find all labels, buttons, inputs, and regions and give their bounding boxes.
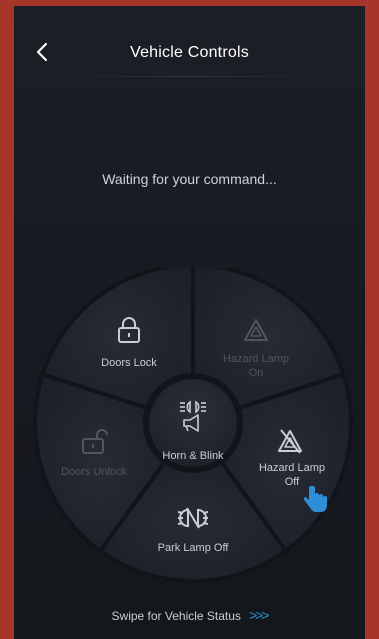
app-screen: Vehicle Controls Waiting for your comman… (14, 6, 365, 639)
chevrons-right-icon: >>> (248, 607, 269, 623)
page-title: Vehicle Controls (130, 44, 249, 61)
swipe-vehicle-status[interactable]: Swipe for Vehicle Status >>> (14, 607, 365, 623)
unlock-icon (82, 429, 108, 454)
hazard-triangle-icon (244, 319, 268, 341)
segment-label-doors-lock: Doors Lock (101, 357, 157, 369)
header-divider (54, 76, 325, 77)
swipe-label: Swipe for Vehicle Status (111, 609, 241, 623)
hazard-off-label-line1: Hazard Lamp (258, 462, 326, 474)
segment-label-doors-unlock: Doors Unlock (60, 466, 128, 478)
status-message: Waiting for your command... (102, 171, 277, 187)
hazard-on-label-line2: On (248, 367, 264, 379)
pointer-hand-icon (303, 486, 327, 512)
center-label-horn-blink: Horn & Blink (162, 450, 224, 462)
lock-icon (118, 317, 140, 343)
park-lamp-off-icon (177, 507, 209, 529)
hazard-on-label-line1: Hazard Lamp (222, 353, 290, 365)
hazard-off-label-line2: Off (284, 476, 300, 488)
control-wheel: Doors Lock Hazard Lamp On Hazard Lamp Of… (14, 268, 365, 588)
segment-label-hazard-on: Hazard Lamp On (214, 352, 298, 380)
horn-blink-icon (180, 400, 206, 432)
header: Vehicle Controls (14, 6, 365, 86)
segment-label-park-lamp-off: Park Lamp Off (157, 542, 229, 554)
hazard-off-icon (278, 429, 302, 454)
